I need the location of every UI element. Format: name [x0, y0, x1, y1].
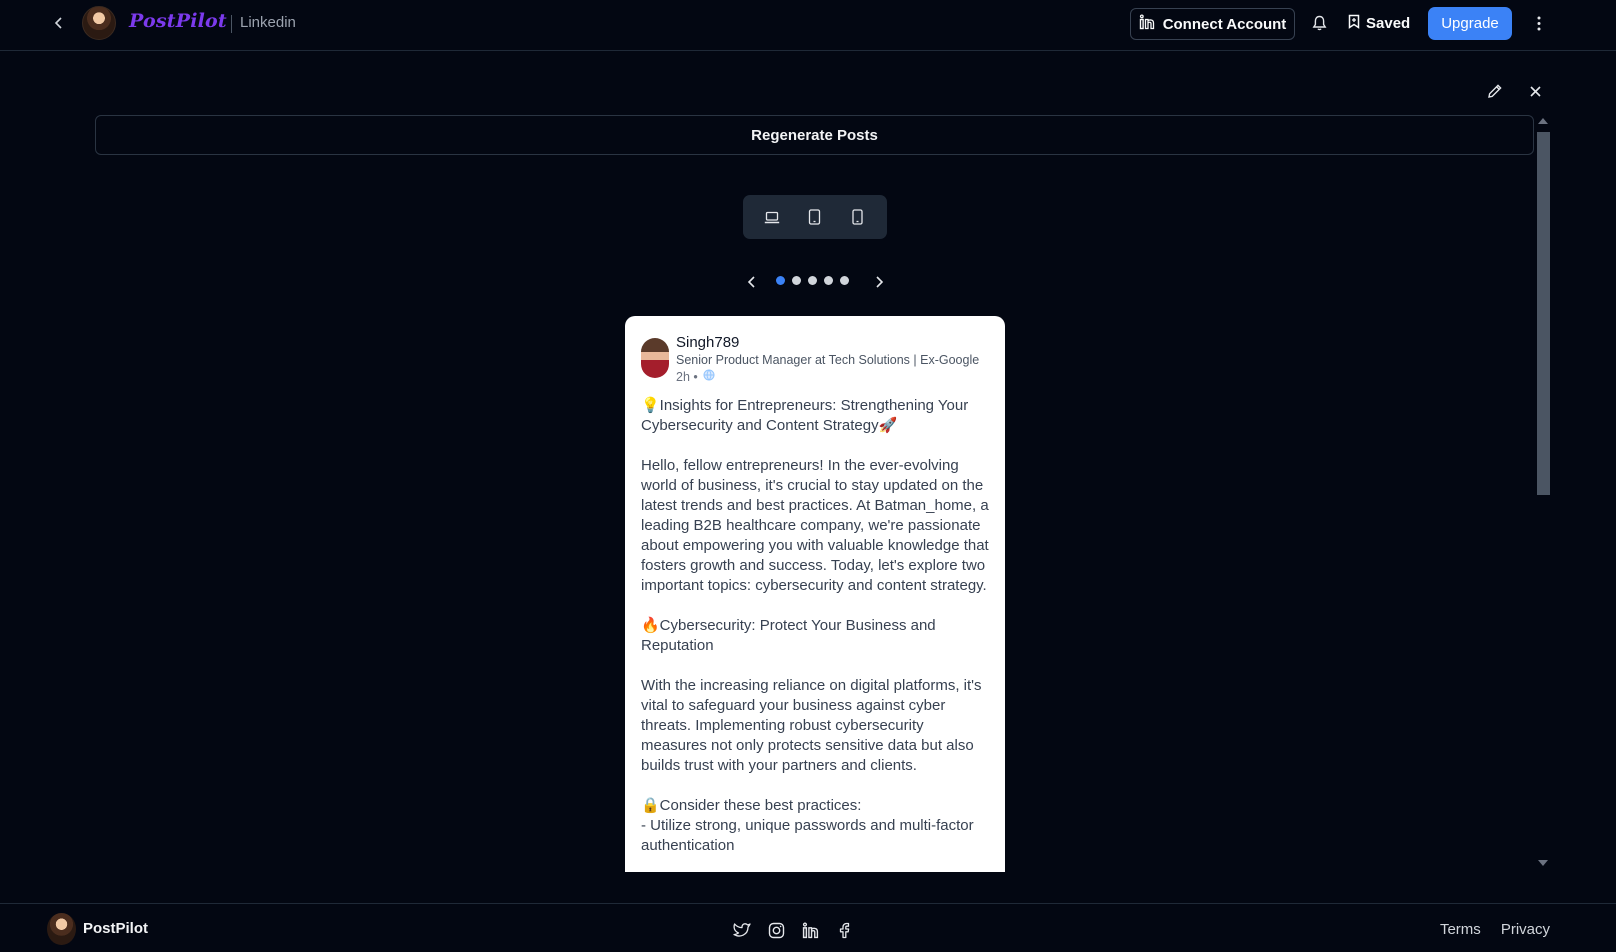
- more-vertical-icon[interactable]: [1528, 12, 1550, 34]
- tablet-icon[interactable]: [798, 202, 832, 232]
- footer-brand-name[interactable]: PostPilot: [83, 920, 148, 937]
- back-chevron-icon[interactable]: [48, 12, 70, 34]
- connect-account-button[interactable]: Connect Account: [1130, 8, 1295, 40]
- terms-link[interactable]: Terms: [1440, 921, 1481, 938]
- device-preview-selector: [743, 195, 887, 239]
- connect-account-label: Connect Account: [1162, 15, 1287, 33]
- carousel-dots: [776, 276, 849, 285]
- top-header: PostPilot Linkedin Connect Account Saved…: [0, 0, 1616, 51]
- carousel-prev-chevron-icon[interactable]: [740, 271, 762, 293]
- footer-links: Terms Privacy: [1440, 921, 1550, 938]
- twitter-icon[interactable]: [732, 920, 752, 940]
- bookmark-icon: [1348, 14, 1360, 33]
- platform-label: Linkedin: [240, 14, 296, 31]
- scroll-up-arrow-icon[interactable]: [1538, 118, 1548, 124]
- post-body-text: 💡Insights for Entrepreneurs: Strengtheni…: [641, 397, 989, 854]
- privacy-link[interactable]: Privacy: [1501, 921, 1550, 938]
- linkedin-icon[interactable]: [800, 920, 820, 940]
- brand-name[interactable]: PostPilot: [129, 10, 227, 32]
- linkedin-icon: [1139, 14, 1155, 34]
- linkedin-post-preview: Singh789 Senior Product Manager at Tech …: [625, 316, 1005, 872]
- phone-icon[interactable]: [841, 202, 875, 232]
- footer-logo-avatar[interactable]: [47, 913, 76, 945]
- post-time: 2h •: [676, 369, 698, 384]
- upgrade-button[interactable]: Upgrade: [1428, 7, 1512, 40]
- carousel-dot[interactable]: [776, 276, 785, 285]
- laptop-icon[interactable]: [755, 202, 789, 232]
- brand-logo-avatar[interactable]: [82, 6, 116, 40]
- social-links: [732, 920, 854, 940]
- pencil-icon[interactable]: [1484, 80, 1506, 102]
- post-author-name: Singh789: [676, 334, 740, 351]
- close-icon[interactable]: [1524, 80, 1546, 102]
- scroll-down-arrow-icon[interactable]: [1538, 860, 1548, 866]
- saved-label: Saved: [1366, 14, 1411, 32]
- scrollbar-thumb[interactable]: [1537, 132, 1550, 495]
- carousel-next-chevron-icon[interactable]: [868, 271, 890, 293]
- footer: PostPilot Terms Privacy: [0, 903, 1616, 952]
- globe-icon: [703, 369, 715, 384]
- bell-icon[interactable]: [1308, 12, 1330, 34]
- saved-button[interactable]: Saved: [1348, 10, 1410, 36]
- carousel-dot[interactable]: [824, 276, 833, 285]
- facebook-icon[interactable]: [834, 920, 854, 940]
- post-author-headline: Senior Product Manager at Tech Solutions…: [676, 353, 980, 367]
- regenerate-posts-button[interactable]: Regenerate Posts: [95, 115, 1534, 155]
- instagram-icon[interactable]: [766, 920, 786, 940]
- carousel-dot[interactable]: [792, 276, 801, 285]
- post-meta: 2h •: [676, 369, 715, 384]
- brand-divider: [231, 15, 232, 33]
- carousel-dot[interactable]: [808, 276, 817, 285]
- carousel-dot[interactable]: [840, 276, 849, 285]
- author-avatar: [641, 338, 669, 378]
